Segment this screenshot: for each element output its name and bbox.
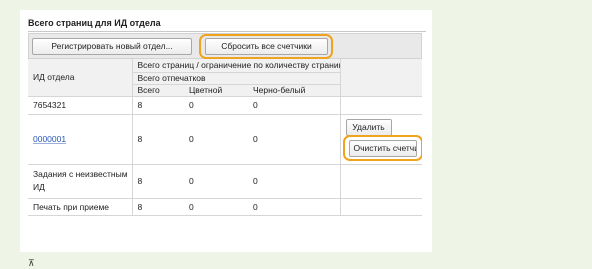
department-counter-panel: Всего страниц для ИД отдела Регистрирова… [20,10,432,268]
delete-button[interactable]: Удалить [345,118,392,136]
row-actions [339,96,422,115]
total-value: 8 [131,96,184,115]
color-value: 0 [184,198,248,216]
row-actions [339,164,422,199]
column-header-color: Цветной [184,84,248,97]
table-row: 7654321 8 0 0 [28,96,422,115]
table-row: Задания с неизвестным ИД 8 0 0 [28,164,422,199]
total-value: 8 [131,114,184,165]
color-value: 0 [184,96,248,115]
column-header-printouts: Всего отпечатков [131,72,340,85]
department-id: Печать при приеме [28,198,132,216]
color-value: 0 [184,114,248,165]
column-header-bw: Черно-белый [248,84,340,97]
clear-counter-button[interactable]: Очистить счетчик [348,139,417,157]
bw-value: 0 [248,164,340,199]
column-header-id: ИД отдела [28,59,132,97]
total-value: 8 [131,198,184,216]
column-header-total: Всего [131,84,184,97]
department-id-cell: 0000001 [28,114,132,165]
bw-value: 0 [248,114,340,165]
department-id: Задания с неизвестным ИД [28,164,132,199]
row-actions [339,198,422,216]
department-id: 7654321 [28,96,132,115]
column-header-group: Всего страниц / ограничение по количеств… [131,59,340,73]
column-header-actions [339,59,422,97]
register-department-button[interactable]: Регистрировать новый отдел... [32,38,192,55]
bw-value: 0 [248,96,340,115]
section-title: Всего страниц для ИД отдела [28,18,161,28]
reset-all-counters-button[interactable]: Сбросить все счетчики [205,38,328,55]
table-row: Печать при приеме 8 0 0 [28,198,422,216]
table-row: 0000001 8 0 0 Удалить Очистить счетчик [28,114,422,165]
total-value: 8 [131,164,184,199]
toolbar: Регистрировать новый отдел... Сбросить в… [28,33,422,59]
color-value: 0 [184,164,248,199]
department-table: ИД отдела Всего страниц / ограничение по… [28,59,422,216]
title-divider [28,31,426,32]
bw-value: 0 [248,198,340,216]
department-id-link[interactable]: 0000001 [33,134,66,144]
row-actions: Удалить Очистить счетчик [339,114,422,165]
